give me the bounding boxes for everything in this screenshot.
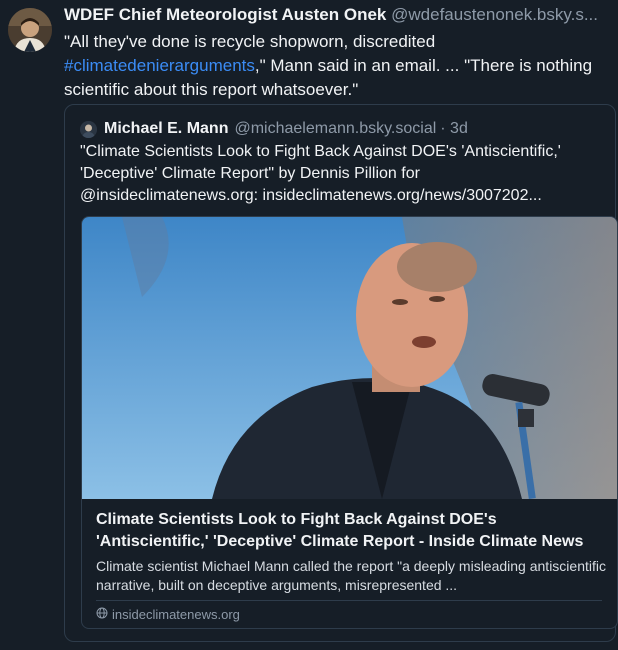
post-text-start: "All they've done is recycle shopworn, d… <box>64 32 436 51</box>
hashtag-link[interactable]: #climatedenierarguments <box>64 56 255 75</box>
quoted-post[interactable]: Michael E. Mann @michaelemann.bsky.socia… <box>64 104 618 642</box>
post-text: "All they've done is recycle shopworn, d… <box>64 30 612 102</box>
quote-author-name[interactable]: Michael E. Mann <box>104 118 228 140</box>
author-handle[interactable]: @wdefaustenonek.bsky.s... <box>391 5 598 24</box>
quote-header: Michael E. Mann @michaelemann.bsky.socia… <box>80 118 468 140</box>
quote-author-handle[interactable]: @michaelemann.bsky.social <box>234 118 436 140</box>
quote-text: "Climate Scientists Look to Fight Back A… <box>80 143 561 204</box>
card-domain-text: insideclimatenews.org <box>112 607 240 622</box>
card-divider <box>96 600 602 601</box>
card-domain[interactable]: insideclimatenews.org <box>96 607 240 623</box>
globe-icon <box>96 607 108 623</box>
author-name[interactable]: WDEF Chief Meteorologist Austen Onek <box>64 5 386 24</box>
card-image <box>82 217 617 499</box>
quote-author-avatar[interactable] <box>80 120 97 138</box>
avatar-image <box>8 8 52 52</box>
quote-timestamp[interactable]: · 3d <box>440 118 468 140</box>
author-avatar[interactable] <box>8 8 52 52</box>
link-card[interactable]: Climate Scientists Look to Fight Back Ag… <box>81 216 618 629</box>
post-header: WDEF Chief Meteorologist Austen Onek @wd… <box>64 4 618 26</box>
card-description: Climate scientist Michael Mann called th… <box>96 558 606 593</box>
photo-speaker-icon <box>82 217 617 499</box>
post[interactable]: WDEF Chief Meteorologist Austen Onek @wd… <box>0 0 618 650</box>
quote-avatar-image <box>80 120 97 138</box>
post-content: WDEF Chief Meteorologist Austen Onek @wd… <box>64 4 618 102</box>
card-title[interactable]: Climate Scientists Look to Fight Back Ag… <box>96 509 606 553</box>
